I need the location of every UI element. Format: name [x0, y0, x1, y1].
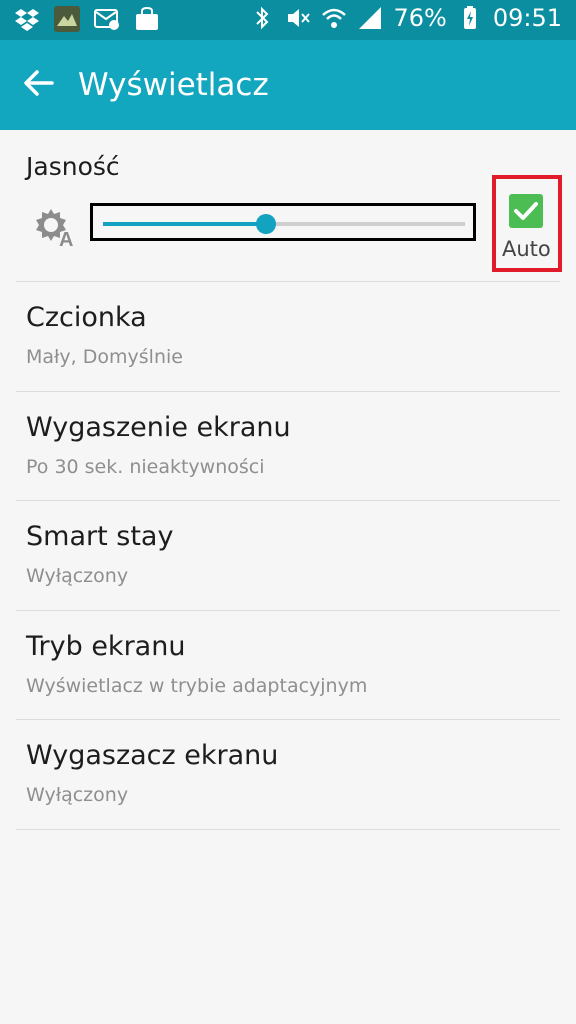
- auto-label: Auto: [502, 237, 551, 261]
- page-title: Wyświetlacz: [78, 67, 269, 103]
- back-arrow-icon[interactable]: [22, 66, 56, 100]
- checkmark-icon: [514, 202, 538, 220]
- email-icon: [94, 9, 119, 30]
- clock: 09:51: [492, 4, 562, 32]
- game-app-icon: [54, 6, 80, 32]
- mute-icon: [288, 9, 311, 27]
- dropbox-icon: [15, 9, 39, 31]
- setting-subtitle: Wyświetlacz w trybie adaptacyjnym: [26, 675, 368, 697]
- setting-item-smart-stay[interactable]: Smart stay Wyłączony: [0, 501, 576, 610]
- battery-percent: 76%: [393, 4, 447, 32]
- auto-brightness-toggle[interactable]: Auto: [492, 175, 562, 272]
- auto-brightness-icon: A: [36, 209, 73, 248]
- setting-subtitle: Po 30 sek. nieaktywności: [26, 456, 265, 478]
- setting-item-screen-timeout[interactable]: Wygaszenie ekranu Po 30 sek. nieaktywnoś…: [0, 392, 576, 501]
- slider-fill: [103, 222, 266, 226]
- setting-title: Wygaszacz ekranu: [26, 740, 279, 771]
- slider-track: [103, 214, 465, 234]
- setting-title: Smart stay: [26, 521, 174, 552]
- setting-subtitle: Wyłączony: [26, 565, 129, 587]
- brightness-label: Jasność: [26, 152, 120, 181]
- status-bar: 76% 09:51: [0, 0, 576, 40]
- app-bar: Wyświetlacz: [0, 40, 576, 130]
- setting-subtitle: Mały, Domyślnie: [26, 346, 183, 368]
- svg-text:A: A: [59, 229, 73, 248]
- brightness-slider[interactable]: [90, 203, 476, 241]
- setting-title: Tryb ekranu: [26, 631, 186, 662]
- setting-title: Czcionka: [26, 302, 147, 333]
- setting-item-font[interactable]: Czcionka Mały, Domyślnie: [0, 282, 576, 391]
- bluetooth-icon: [256, 6, 269, 30]
- divider: [16, 829, 560, 830]
- setting-item-screen-mode[interactable]: Tryb ekranu Wyświetlacz w trybie adaptac…: [0, 611, 576, 720]
- shopping-bag-icon: [136, 6, 158, 30]
- signal-icon: [359, 7, 382, 29]
- slider-thumb[interactable]: [255, 214, 276, 234]
- setting-subtitle: Wyłączony: [26, 784, 129, 806]
- auto-checkbox[interactable]: [509, 194, 543, 228]
- battery-charging-icon: [463, 6, 476, 29]
- setting-item-daydream[interactable]: Wygaszacz ekranu Wyłączony: [0, 720, 576, 829]
- setting-title: Wygaszenie ekranu: [26, 412, 291, 443]
- wifi-icon: [322, 8, 347, 28]
